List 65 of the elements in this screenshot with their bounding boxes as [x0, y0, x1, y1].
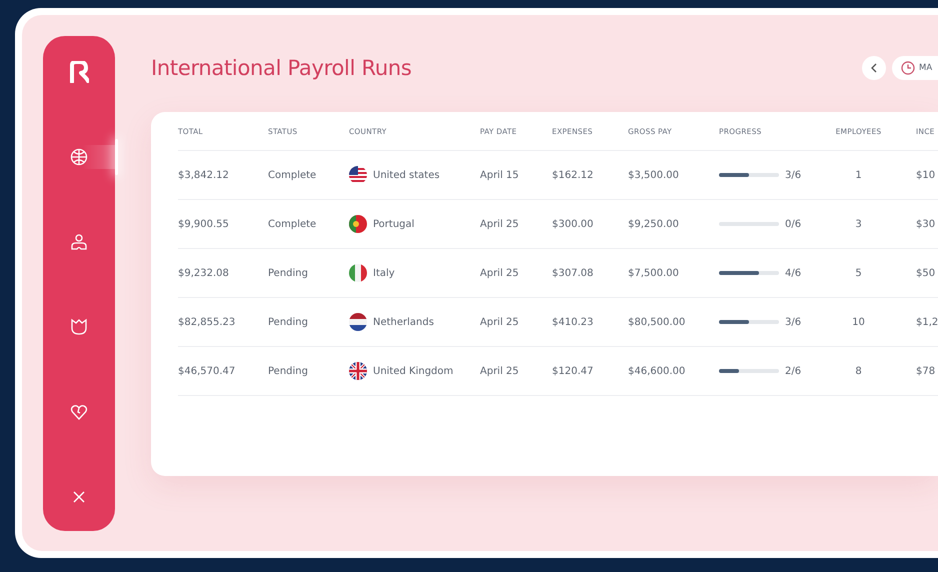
- employee-count: 1: [855, 170, 862, 180]
- pay-date: April 25: [480, 366, 519, 376]
- progress-count: 0/6: [785, 218, 802, 230]
- gross-pay-amount: $46,600.00: [628, 366, 686, 376]
- flag-icon: [349, 362, 367, 380]
- country-name: Italy: [373, 268, 395, 278]
- progress-bar: [719, 369, 779, 373]
- expenses-amount: $307.08: [552, 268, 594, 278]
- close-icon[interactable]: [73, 491, 85, 503]
- crown-icon[interactable]: [70, 318, 88, 336]
- table-cell: $78: [916, 366, 936, 376]
- flag-icon: [349, 166, 367, 184]
- clock-icon: [901, 61, 915, 75]
- progress-count: 2/6: [785, 366, 802, 376]
- table-cell: $30: [916, 218, 936, 230]
- expenses-amount: $410.23: [552, 316, 594, 328]
- back-button[interactable]: [862, 56, 886, 80]
- country-name: United Kingdom: [373, 366, 454, 376]
- employee-count: 3: [855, 218, 862, 230]
- page-title: International Payroll Runs: [151, 56, 412, 80]
- total-amount: $9,232.08: [178, 268, 229, 278]
- gross-pay-amount: $9,250.00: [628, 218, 679, 230]
- flag-icon: [349, 264, 367, 282]
- logo-icon: [69, 61, 89, 83]
- status-text: Pending: [268, 316, 308, 328]
- employee-count: 5: [855, 268, 862, 278]
- pay-date: April 25: [480, 218, 519, 230]
- heart-icon[interactable]: [70, 403, 88, 421]
- progress-count: 4/6: [785, 268, 802, 278]
- status-text: Pending: [268, 366, 308, 376]
- country-name: Portugal: [373, 218, 414, 230]
- expenses-amount: $162.12: [552, 170, 594, 180]
- table-cell: $1,2: [916, 316, 938, 328]
- status-text: Complete: [268, 170, 316, 180]
- total-amount: $3,842.12: [178, 170, 229, 180]
- pay-date: April 25: [480, 316, 519, 328]
- progress-bar: [719, 271, 779, 275]
- progress-count: 3/6: [785, 316, 802, 328]
- gross-pay-amount: $3,500.00: [628, 170, 679, 180]
- expenses-amount: $300.00: [552, 218, 594, 230]
- date-button[interactable]: MA: [892, 56, 938, 80]
- person-icon[interactable]: [70, 233, 88, 251]
- status-text: Complete: [268, 218, 316, 230]
- gross-pay-amount: $7,500.00: [628, 268, 679, 278]
- chevron-left-icon: [870, 63, 878, 73]
- gross-pay-amount: $80,500.00: [628, 316, 686, 328]
- flag-icon: [349, 215, 367, 233]
- country-name: Netherlands: [373, 316, 434, 328]
- status-text: Pending: [268, 268, 308, 278]
- progress-count: 3/6: [785, 170, 802, 180]
- employee-count: 8: [855, 366, 862, 376]
- pay-date: April 25: [480, 268, 519, 278]
- progress-bar: [719, 320, 779, 324]
- country-name: United states: [373, 170, 440, 180]
- employee-count: 10: [852, 316, 865, 328]
- table-cell: $50: [916, 268, 936, 278]
- total-amount: $46,570.47: [178, 366, 236, 376]
- flag-icon: [349, 313, 367, 331]
- table-cell: $10: [916, 170, 936, 180]
- globe-icon[interactable]: [70, 148, 88, 166]
- pay-date: April 15: [480, 170, 519, 180]
- progress-bar: [719, 173, 779, 177]
- total-amount: $9,900.55: [178, 218, 229, 230]
- total-amount: $82,855.23: [178, 316, 236, 328]
- expenses-amount: $120.47: [552, 366, 594, 376]
